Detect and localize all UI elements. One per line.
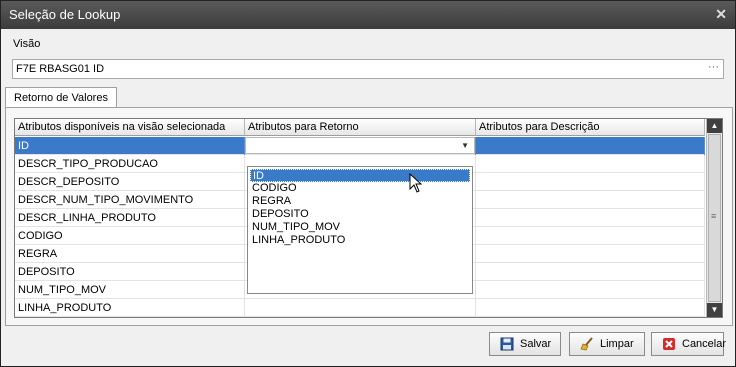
cell-attribute[interactable]: DESCR_TIPO_PRODUCAO — [15, 155, 245, 173]
attributes-grid: Atributos disponíveis na visão seleciona… — [14, 118, 723, 318]
column-header-descricao[interactable]: Atributos para Descrição — [476, 119, 705, 136]
cell-descricao[interactable] — [476, 245, 705, 263]
floppy-icon — [500, 337, 514, 351]
visao-value: F7E RBASG01 ID — [16, 63, 105, 75]
cell-descricao[interactable] — [476, 281, 705, 299]
cell-attribute[interactable]: LINHA_PRODUTO — [15, 299, 245, 317]
dropdown-option[interactable]: NUM_TIPO_MOV — [250, 221, 470, 234]
cell-descricao[interactable] — [476, 299, 705, 317]
retorno-combobox[interactable]: ▼ — [245, 137, 475, 154]
cell-descricao[interactable] — [476, 173, 705, 191]
visao-field[interactable]: F7E RBASG01 ID ··· — [12, 59, 724, 79]
save-label: Salvar — [520, 338, 552, 350]
title-bar[interactable]: Seleção de Lookup ✕ — [1, 1, 735, 29]
cancel-label: Cancelar — [682, 338, 727, 350]
table-row[interactable]: LINHA_PRODUTO — [15, 299, 705, 317]
cell-descricao[interactable] — [476, 155, 705, 173]
vertical-scrollbar[interactable]: ▲ ≡ ▼ — [706, 119, 722, 317]
scroll-down-icon[interactable]: ▼ — [707, 303, 722, 317]
visao-label: Visão — [13, 38, 41, 50]
retorno-dropdown-list: ID CODIGO REGRA DEPOSITO NUM_TIPO_MOV LI… — [247, 166, 473, 294]
dropdown-option[interactable]: DEPOSITO — [250, 208, 470, 221]
broom-icon — [580, 337, 593, 351]
column-header-retorno[interactable]: Atributos para Retorno — [245, 119, 476, 136]
dropdown-option[interactable]: CODIGO — [250, 182, 470, 195]
dropdown-option[interactable]: ID — [250, 169, 470, 182]
window-title: Seleção de Lookup — [9, 7, 121, 22]
cell-attribute[interactable]: DESCR_NUM_TIPO_MOVIMENTO — [15, 191, 245, 209]
grip-icon: ≡ — [711, 211, 717, 221]
browse-button[interactable]: ··· — [708, 61, 719, 73]
chevron-down-icon[interactable]: ▼ — [461, 141, 469, 150]
clear-button[interactable]: Limpar — [569, 332, 645, 356]
cell-attribute[interactable]: NUM_TIPO_MOV — [15, 281, 245, 299]
mouse-cursor-icon — [409, 173, 423, 193]
scroll-thumb[interactable]: ≡ — [708, 134, 721, 302]
cell-descricao[interactable] — [476, 263, 705, 281]
close-icon[interactable]: ✕ — [715, 6, 727, 23]
clear-label: Limpar — [600, 338, 634, 350]
cell-descricao[interactable] — [476, 209, 705, 227]
cell-attribute[interactable]: REGRA — [15, 245, 245, 263]
cell-attribute[interactable]: DESCR_LINHA_PRODUTO — [15, 209, 245, 227]
cell-descricao[interactable] — [476, 191, 705, 209]
save-button[interactable]: Salvar — [489, 332, 561, 356]
cell-descricao[interactable] — [476, 137, 705, 155]
cell-attribute[interactable]: DESCR_DEPOSITO — [15, 173, 245, 191]
cell-attribute[interactable]: DEPOSITO — [15, 263, 245, 281]
cell-attribute[interactable]: CODIGO — [15, 227, 245, 245]
dropdown-option[interactable]: LINHA_PRODUTO — [250, 234, 470, 247]
scroll-up-icon[interactable]: ▲ — [707, 119, 722, 133]
cancel-button[interactable]: Cancelar — [651, 332, 727, 356]
cell-descricao[interactable] — [476, 227, 705, 245]
column-header-available[interactable]: Atributos disponíveis na visão seleciona… — [15, 119, 245, 136]
cell-attribute[interactable]: ID — [15, 137, 245, 155]
dropdown-option[interactable]: REGRA — [250, 195, 470, 208]
red-x-icon — [663, 338, 675, 350]
tab-retorno-de-valores[interactable]: Retorno de Valores — [5, 87, 117, 108]
cell-retorno[interactable] — [245, 299, 476, 317]
lookup-dialog: Seleção de Lookup ✕ Visão F7E RBASG01 ID… — [0, 0, 736, 367]
